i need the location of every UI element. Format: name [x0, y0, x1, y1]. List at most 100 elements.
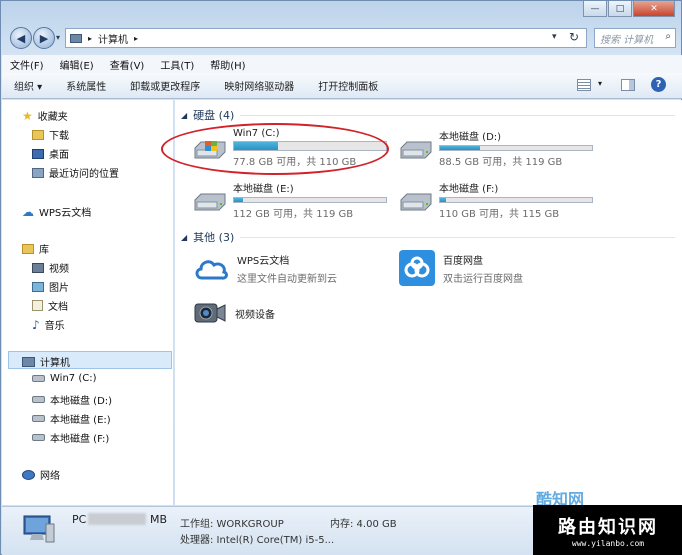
- nav-network-label: 网络: [40, 471, 60, 482]
- drive-free-space: 88.5 GB 可用，共 119 GB: [439, 157, 563, 168]
- item-name: WPS云文档: [237, 256, 290, 267]
- help-icon[interactable]: ?: [651, 77, 666, 92]
- hard-drive-icon: [400, 193, 432, 211]
- drive-name: 本地磁盘 (F:): [439, 184, 499, 195]
- nav-item-pictures[interactable]: 图片: [32, 279, 69, 294]
- drive-d[interactable]: 本地磁盘 (D:) 88.5 GB 可用，共 119 GB: [399, 128, 593, 168]
- search-icon: ⌕: [665, 31, 671, 42]
- nav-network[interactable]: 网络: [22, 467, 60, 482]
- address-dropdown[interactable]: ▾: [552, 32, 557, 42]
- item-description: 这里文件自动更新到云: [237, 274, 337, 285]
- nav-item-label: 本地磁盘 (F:): [50, 434, 110, 445]
- recent-pages-dropdown[interactable]: ▾: [56, 33, 60, 42]
- nav-item-drive-e[interactable]: 本地磁盘 (E:): [32, 411, 111, 426]
- refresh-button[interactable]: ↻: [569, 30, 579, 44]
- navigation-pane: ★ 收藏夹 下载 桌面 最近访问的位置 ☁ WPS云文档 库 视频 图片 文档 …: [2, 100, 174, 505]
- item-wps-cloud[interactable]: WPS云文档 这里文件自动更新到云: [193, 252, 337, 285]
- close-button[interactable]: ✕: [633, 1, 675, 17]
- drive-f[interactable]: 本地磁盘 (F:) 110 GB 可用，共 115 GB: [399, 180, 593, 220]
- computer-name-suffix: MB: [150, 513, 168, 526]
- video-library-icon: [32, 262, 44, 273]
- nav-libraries[interactable]: 库: [22, 241, 49, 256]
- nav-item-desktop[interactable]: 桌面: [32, 146, 69, 161]
- breadcrumb-separator: ▸: [134, 33, 139, 43]
- forward-button[interactable]: ▶: [33, 27, 55, 49]
- maximize-button[interactable]: □: [608, 1, 632, 17]
- nav-item-recent-places[interactable]: 最近访问的位置: [32, 165, 119, 180]
- menu-bar: 文件(F) 编辑(E) 查看(V) 工具(T) 帮助(H): [2, 55, 682, 73]
- nav-item-music[interactable]: ♪ 音乐: [32, 317, 65, 333]
- processor-label: 处理器: Intel(R) Core(TM) i5-5...: [180, 535, 335, 546]
- downloads-folder-icon: [32, 129, 44, 140]
- nav-item-label: 音乐: [44, 321, 65, 332]
- nav-item-label: Win7 (C:): [50, 373, 97, 384]
- wps-cloud-icon: [195, 259, 228, 280]
- open-control-panel-button[interactable]: 打开控制面板: [306, 78, 390, 93]
- computer-icon: [23, 515, 55, 543]
- drive-free-space: 112 GB 可用，共 119 GB: [233, 209, 354, 220]
- nav-libraries-label: 库: [39, 245, 49, 256]
- view-options-dropdown[interactable]: ▾: [598, 79, 602, 88]
- arrow-right-icon: ▶: [39, 31, 49, 45]
- back-button[interactable]: ◀: [10, 27, 32, 49]
- nav-favorites[interactable]: ★ 收藏夹: [22, 108, 68, 124]
- hard-drive-icon: [400, 141, 432, 159]
- command-bar: 组织 ▾ 系统属性 卸载或更改程序 映射网络驱动器 打开控制面板 ▾ ?: [2, 73, 682, 99]
- nav-item-label: 最近访问的位置: [49, 169, 119, 180]
- hard-drive-icon: [32, 434, 45, 441]
- pictures-library-icon: [32, 281, 44, 292]
- menu-help[interactable]: 帮助(H): [202, 57, 253, 72]
- workgroup-label: 工作组: WORKGROUP: [180, 519, 284, 530]
- desktop-icon: [32, 148, 44, 159]
- preview-pane-icon[interactable]: [621, 79, 635, 91]
- nav-wps-label: WPS云文档: [39, 208, 92, 219]
- menu-tools[interactable]: 工具(T): [152, 57, 202, 72]
- drive-e[interactable]: 本地磁盘 (E:) 112 GB 可用，共 119 GB: [193, 180, 387, 220]
- usage-bar: [439, 145, 593, 151]
- address-bar[interactable]: ▸ 计算机 ▸: [65, 28, 587, 48]
- refresh-icon: ↻: [569, 30, 580, 44]
- minimize-button[interactable]: —: [583, 1, 607, 17]
- organize-button[interactable]: 组织 ▾: [2, 78, 54, 93]
- nav-item-documents[interactable]: 文档: [32, 298, 68, 313]
- nav-item-drive-d[interactable]: 本地磁盘 (D:): [32, 392, 112, 407]
- usage-bar: [439, 197, 593, 203]
- nav-item-label: 文档: [48, 302, 68, 313]
- system-properties-button[interactable]: 系统属性: [54, 78, 118, 93]
- baidu-netdisk-icon: [399, 250, 435, 286]
- menu-edit[interactable]: 编辑(E): [52, 57, 102, 72]
- group-header-other[interactable]: ◢ 其他 (3): [181, 229, 675, 245]
- item-video-device[interactable]: 视频设备: [193, 298, 275, 328]
- nav-item-label: 本地磁盘 (D:): [50, 396, 113, 407]
- watermark-site-name: 路由知识网: [558, 517, 658, 538]
- nav-item-downloads[interactable]: 下载: [32, 127, 69, 142]
- breadcrumb-computer[interactable]: 计算机: [98, 31, 128, 46]
- video-camera-icon: [194, 303, 226, 323]
- breadcrumb-separator: ▸: [88, 33, 93, 43]
- hard-drive-icon: [194, 193, 226, 211]
- uninstall-program-button[interactable]: 卸载或更改程序: [118, 78, 212, 93]
- nav-computer-label: 计算机: [40, 358, 70, 369]
- menu-view[interactable]: 查看(V): [102, 57, 153, 72]
- nav-wps-cloud[interactable]: ☁ WPS云文档: [22, 204, 92, 220]
- usage-bar-fill: [234, 198, 244, 202]
- nav-item-drive-c[interactable]: Win7 (C:): [32, 373, 96, 384]
- group-divider: [240, 236, 675, 238]
- menu-file[interactable]: 文件(F): [2, 57, 52, 72]
- group-header-hard-drives[interactable]: ◢ 硬盘 (4): [181, 107, 675, 123]
- computer-icon: [70, 33, 82, 43]
- nav-computer[interactable]: 计算机: [22, 354, 70, 369]
- item-baidu-netdisk[interactable]: 百度网盘 双击运行百度网盘: [399, 250, 523, 286]
- view-options-icon[interactable]: [577, 79, 591, 91]
- group-title-other: 其他 (3): [193, 231, 235, 244]
- map-network-drive-button[interactable]: 映射网络驱动器: [212, 78, 306, 93]
- search-input[interactable]: 搜索 计算机 ⌕: [594, 28, 676, 48]
- usage-bar: [233, 197, 387, 203]
- nav-favorites-label: 收藏夹: [37, 112, 68, 123]
- search-placeholder: 搜索 计算机: [600, 34, 654, 46]
- collapse-icon: ◢: [181, 232, 188, 242]
- nav-item-label: 本地磁盘 (E:): [50, 415, 111, 426]
- nav-item-videos[interactable]: 视频: [32, 260, 69, 275]
- watermark-banner: 路由知识网 www.yilanbo.com: [533, 505, 682, 555]
- nav-item-drive-f[interactable]: 本地磁盘 (F:): [32, 430, 109, 445]
